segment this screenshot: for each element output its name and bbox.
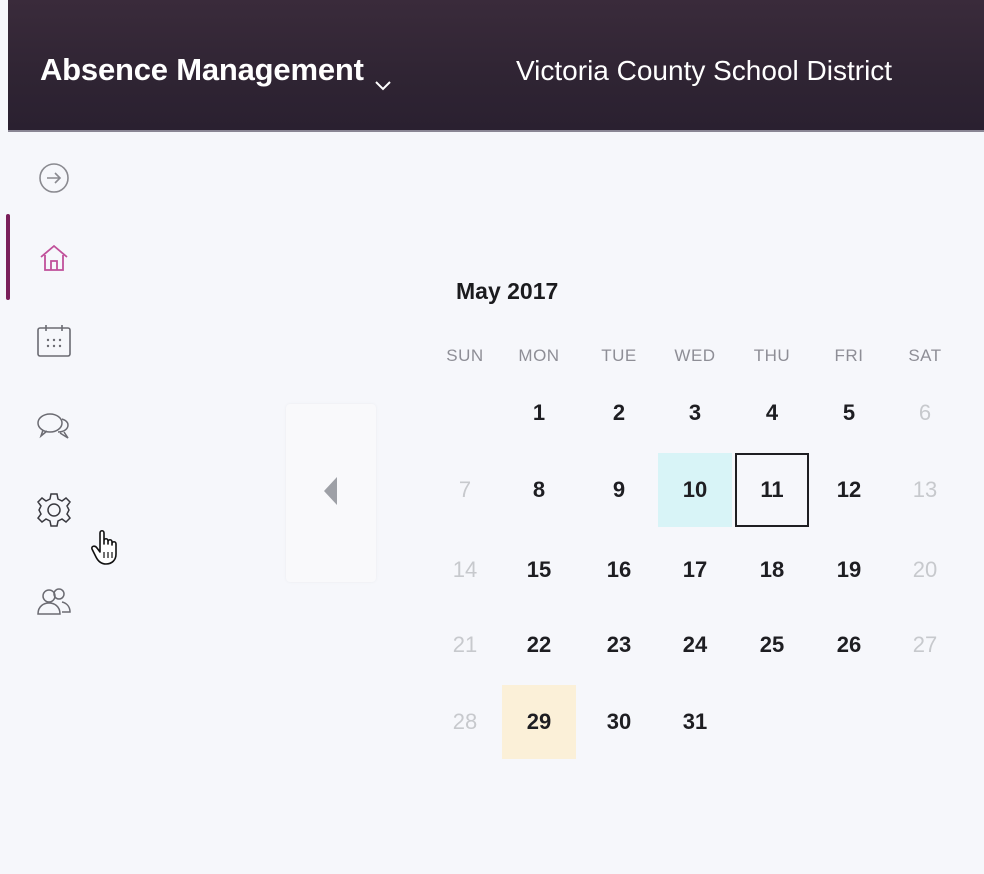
calendar-day[interactable]: 12 — [812, 453, 886, 527]
weekday-label: TUE — [601, 346, 637, 365]
calendar-day[interactable]: 24 — [658, 608, 732, 682]
calendar-day[interactable]: 16 — [582, 533, 656, 607]
calendar-day[interactable]: 10 — [658, 453, 732, 527]
top-bar: Absence Management Victoria County Schoo… — [8, 0, 984, 132]
calendar-day[interactable]: 2 — [582, 376, 656, 450]
calendar-day[interactable]: 27 — [888, 608, 962, 682]
calendar-day[interactable]: 5 — [812, 376, 886, 450]
app-switcher[interactable]: Absence Management — [40, 52, 392, 91]
calendar-day[interactable]: 19 — [812, 533, 886, 607]
calendar-day[interactable]: 6 — [888, 376, 962, 450]
calendar-day[interactable]: 4 — [735, 376, 809, 450]
calendar-day[interactable]: 7 — [428, 453, 502, 527]
sidebar-item-people[interactable] — [30, 578, 78, 626]
calendar-day[interactable]: 15 — [502, 533, 576, 607]
sidebar-item-home[interactable] — [30, 234, 78, 282]
calendar-day[interactable]: 31 — [658, 685, 732, 759]
calendar-day[interactable]: 25 — [735, 608, 809, 682]
app-title: Absence Management — [40, 52, 364, 87]
weekday-label: SUN — [446, 346, 484, 365]
sidebar-item-messages[interactable] — [30, 402, 78, 450]
calendar-day[interactable]: 28 — [428, 685, 502, 759]
sidebar-nav — [0, 134, 110, 874]
organization-name: Victoria County School District — [516, 55, 893, 86]
chat-bubbles-icon — [34, 408, 74, 444]
sidebar-item-expand[interactable] — [30, 154, 78, 202]
calendar-day[interactable]: 30 — [582, 685, 656, 759]
users-icon — [34, 584, 74, 620]
calendar-day[interactable]: 22 — [502, 608, 576, 682]
home-icon — [36, 240, 72, 276]
calendar-day[interactable]: 3 — [658, 376, 732, 450]
active-indicator — [6, 214, 10, 300]
weekday-label: WED — [674, 346, 716, 365]
calendar-day[interactable]: 11 — [735, 453, 809, 527]
chevron-left-icon — [321, 474, 341, 513]
calendar-day[interactable]: 14 — [428, 533, 502, 607]
calendar-day[interactable]: 26 — [812, 608, 886, 682]
weekday-label: SAT — [908, 346, 942, 365]
gear-icon — [34, 490, 74, 530]
month-title: May 2017 — [456, 278, 559, 304]
hand-cursor-icon — [90, 528, 124, 573]
weekday-label: THU — [753, 346, 791, 365]
calendar-day[interactable]: 17 — [658, 533, 732, 607]
calendar-day[interactable]: 13 — [888, 453, 962, 527]
arrow-right-circle-icon — [36, 160, 72, 196]
chevron-down-icon — [374, 64, 392, 91]
calendar-day[interactable]: 8 — [502, 453, 576, 527]
calendar-day[interactable]: 20 — [888, 533, 962, 607]
sidebar-item-calendar[interactable] — [30, 318, 78, 366]
calendar-day[interactable]: 21 — [428, 608, 502, 682]
calendar-day[interactable]: 1 — [502, 376, 576, 450]
calendar-day[interactable]: 18 — [735, 533, 809, 607]
sidebar-item-settings[interactable] — [30, 486, 78, 534]
weekday-label: FRI — [834, 346, 864, 365]
calendar-day[interactable]: 29 — [502, 685, 576, 759]
previous-month-button[interactable] — [286, 404, 376, 582]
calendar-day[interactable]: 9 — [582, 453, 656, 527]
calendar-icon — [34, 324, 74, 360]
calendar-day[interactable]: 23 — [582, 608, 656, 682]
weekday-label: MON — [518, 346, 560, 365]
